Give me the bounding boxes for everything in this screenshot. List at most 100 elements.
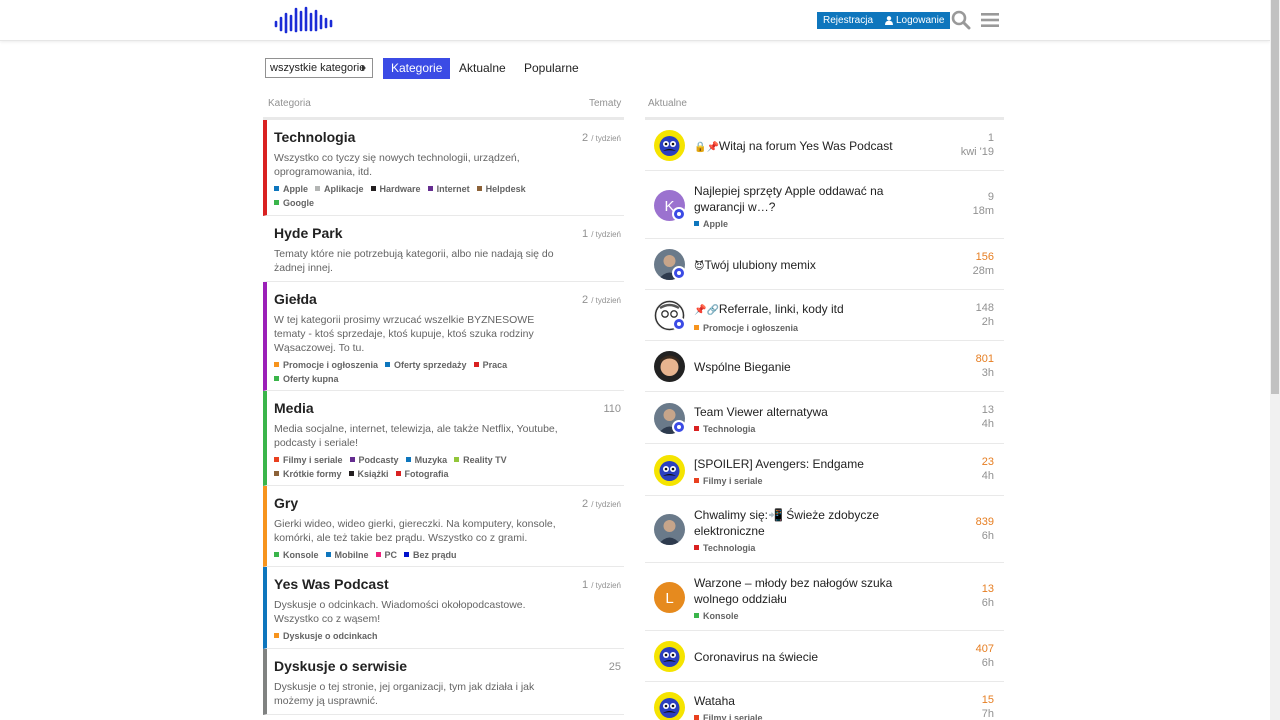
reply-count[interactable]: 1 (988, 132, 994, 144)
topic-category-badge[interactable]: Filmy i seriale (694, 710, 894, 720)
activity-age[interactable]: 6h (982, 530, 994, 542)
category-title[interactable]: Yes Was Podcast (274, 576, 624, 592)
subcategory-link[interactable]: Książki (348, 467, 389, 481)
category-title[interactable]: Technologia (274, 129, 624, 145)
reply-count[interactable]: 801 (976, 353, 994, 365)
memoji-avatar[interactable] (654, 351, 685, 382)
subcategory-link[interactable]: Oferty sprzedaży (385, 358, 467, 372)
topic-row[interactable]: 🔒📌Witaj na forum Yes Was Podcast 1 kwi '… (645, 120, 1004, 171)
activity-age[interactable]: 7h (982, 708, 994, 720)
reply-count[interactable]: 23 (982, 456, 994, 468)
page-scrollbar[interactable] (1270, 0, 1280, 720)
topic-row[interactable]: Wataha Filmy i seriale 15 7h (645, 682, 1004, 720)
topic-title-link[interactable]: Team Viewer alternatywa (694, 405, 828, 419)
subcategory-link[interactable]: Hardware (370, 182, 421, 196)
reply-count[interactable]: 839 (976, 516, 994, 528)
topic-title-link[interactable]: Referrale, linki, kody itd (719, 302, 844, 316)
topic-title-link[interactable]: Witaj na forum Yes Was Podcast (719, 139, 893, 153)
subcategory-link[interactable]: Fotografia (395, 467, 449, 481)
subcategory-link[interactable]: Internet (427, 182, 470, 196)
tab-aktualne[interactable]: Aktualne (451, 58, 514, 79)
reply-count[interactable]: 13 (982, 404, 994, 416)
activity-age[interactable]: 18m (973, 205, 994, 217)
subcategory-link[interactable]: Apple (274, 182, 308, 196)
topic-row[interactable]: [SPOILER] Avengers: Endgame Filmy i seri… (645, 444, 1004, 496)
login-button[interactable]: Logowanie (878, 12, 951, 29)
activity-age[interactable]: 28m (973, 265, 994, 277)
subcategory-link[interactable]: Praca (473, 358, 507, 372)
topic-title-link[interactable]: Wspólne Bieganie (694, 360, 791, 374)
topic-row[interactable]: K Najlepiej sprzęty Apple oddawać na gwa… (645, 171, 1004, 239)
subcategory-link[interactable]: Aplikacje (315, 182, 364, 196)
category-row[interactable]: Gry Gierki wideo, wideo gierki, giereczk… (263, 486, 624, 567)
subcategory-link[interactable]: Oferty kupna (274, 372, 339, 386)
reply-count[interactable]: 407 (976, 643, 994, 655)
search-icon[interactable] (951, 10, 971, 30)
subcategory-link[interactable]: Filmy i seriale (274, 453, 343, 467)
subcategory-link[interactable]: PC (375, 548, 397, 562)
topic-category-badge[interactable]: Technologia (694, 540, 894, 556)
topic-row[interactable]: Chwalimy się:📲 Świeże zdobycze elektroni… (645, 496, 1004, 563)
topic-row[interactable]: 😈Twój ulubiony memix 156 28m (645, 239, 1004, 290)
subcategory-link[interactable]: Reality TV (454, 453, 507, 467)
category-row[interactable]: Giełda W tej kategorii prosimy wrzucać w… (263, 282, 624, 391)
subcategory-link[interactable]: Google (274, 196, 314, 210)
hamburger-menu-icon[interactable] (981, 12, 999, 28)
mustache-avatar[interactable] (654, 130, 685, 161)
activity-age[interactable]: 4h (982, 418, 994, 430)
reply-count[interactable]: 13 (982, 583, 994, 595)
topic-title-link[interactable]: Twój ulubiony memix (704, 258, 815, 272)
activity-age[interactable]: 6h (982, 657, 994, 669)
subcategory-link[interactable]: Promocje i ogłoszenia (274, 358, 378, 372)
photo-avatar[interactable] (654, 514, 685, 545)
subcategory-link[interactable]: Podcasty (349, 453, 399, 467)
category-row[interactable]: Dyskusje o serwisie Dyskusje o tej stron… (263, 649, 624, 715)
topic-title-link[interactable]: Chwalimy się:📲 Świeże zdobycze elektroni… (694, 508, 879, 538)
topic-row[interactable]: 📌🔗Referrale, linki, kody itd Promocje i … (645, 290, 1004, 341)
topic-title-link[interactable]: Najlepiej sprzęty Apple oddawać na gwara… (694, 184, 883, 214)
subcategory-link[interactable]: Mobilne (325, 548, 369, 562)
category-title[interactable]: Media (274, 400, 624, 416)
register-button[interactable]: Rejestracja (817, 12, 880, 29)
topic-row[interactable]: Wspólne Bieganie 801 3h (645, 341, 1004, 392)
topic-title-link[interactable]: Coronavirus na świecie (694, 650, 818, 664)
category-title[interactable]: Dyskusje o serwisie (274, 658, 624, 674)
topic-category-badge[interactable]: Technologia (694, 421, 894, 437)
mustache-avatar[interactable] (654, 692, 685, 720)
category-title[interactable]: Gry (274, 495, 624, 511)
mustache-avatar[interactable] (654, 641, 685, 672)
subcategory-link[interactable]: Konsole (274, 548, 319, 562)
topic-title-link[interactable]: [SPOILER] Avengers: Endgame (694, 457, 864, 471)
topic-category-badge[interactable]: Konsole (694, 608, 894, 624)
activity-age[interactable]: 3h (982, 367, 994, 379)
topic-title-link[interactable]: Wataha (694, 694, 735, 708)
category-row[interactable]: Hyde Park Tematy które nie potrzebują ka… (263, 216, 624, 282)
category-row[interactable]: Technologia Wszystko co tyczy się nowych… (263, 120, 624, 216)
activity-age[interactable]: 6h (982, 597, 994, 609)
subcategory-link[interactable]: Bez prądu (404, 548, 457, 562)
activity-age[interactable]: 4h (982, 470, 994, 482)
reply-count[interactable]: 156 (976, 251, 994, 263)
topic-category-badge[interactable]: Apple (694, 216, 894, 232)
scrollbar-thumb[interactable] (1271, 0, 1279, 394)
subcategory-link[interactable]: Helpdesk (476, 182, 526, 196)
topic-category-badge[interactable]: Filmy i seriale (694, 473, 894, 489)
subcategory-link[interactable]: Dyskusje o odcinkach (274, 629, 378, 643)
category-dropdown[interactable]: wszystkie kategorie (265, 58, 373, 78)
topic-title-link[interactable]: Warzone – młody bez nałogów szuka wolneg… (694, 576, 892, 606)
topic-row[interactable]: Team Viewer alternatywa Technologia 13 4… (645, 392, 1004, 444)
topic-row[interactable]: Coronavirus na świecie 407 6h (645, 631, 1004, 682)
category-title[interactable]: Hyde Park (274, 225, 624, 241)
tab-kategorie[interactable]: Kategorie (383, 58, 451, 79)
subcategory-link[interactable]: Krótkie formy (274, 467, 342, 481)
mustache-avatar[interactable] (654, 455, 685, 486)
activity-age[interactable]: kwi '19 (961, 146, 994, 158)
tab-popularne[interactable]: Popularne (516, 58, 587, 79)
subcategory-link[interactable]: Muzyka (405, 453, 447, 467)
reply-count[interactable]: 9 (988, 191, 994, 203)
reply-count[interactable]: 148 (976, 302, 994, 314)
category-title[interactable]: Giełda (274, 291, 624, 307)
category-row[interactable]: Yes Was Podcast Dyskusje o odcinkach. Wi… (263, 567, 624, 649)
topic-category-badge[interactable]: Promocje i ogłoszenia (694, 320, 894, 336)
waveform-logo-icon[interactable] (273, 6, 337, 34)
